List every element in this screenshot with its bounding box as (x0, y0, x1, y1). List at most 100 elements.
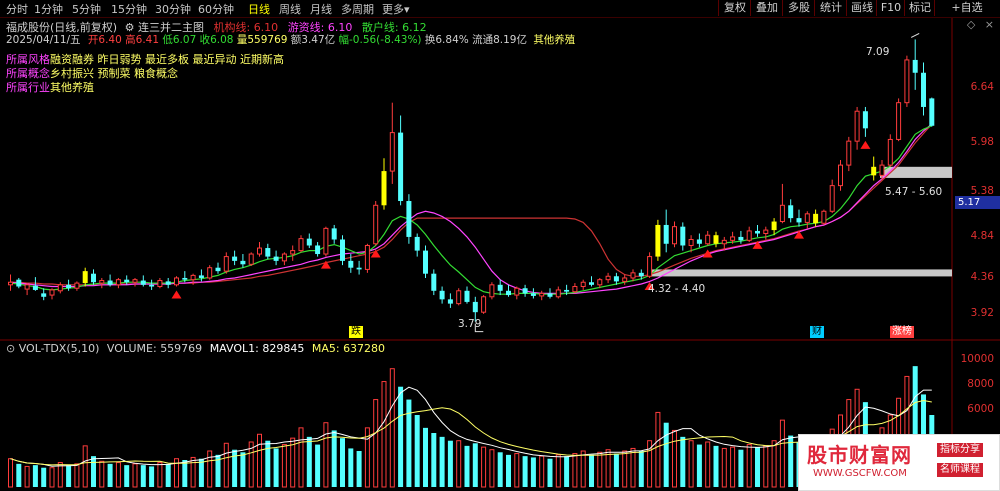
volume-bar (597, 451, 603, 488)
multi-stock-button[interactable]: 多股 (782, 0, 815, 16)
volume-bar (389, 368, 395, 488)
volume-bar (622, 450, 628, 488)
draw-line-button[interactable]: 画线 (846, 0, 877, 16)
candle-body (489, 284, 495, 298)
high-value: 6.41 (135, 34, 160, 46)
industry-row: 所属行业其他养殖 (6, 79, 94, 95)
collapse-icon[interactable]: ⊙ (6, 342, 15, 355)
diamond-icon[interactable]: ◇ (967, 18, 975, 31)
volume-bar (423, 427, 428, 487)
volume-bar (132, 463, 138, 488)
high-annotation: 7.09 (866, 46, 890, 58)
tab-daily[interactable]: 日线 (248, 1, 270, 17)
volume-bar (273, 448, 279, 487)
volume-bar (248, 441, 254, 488)
candle-body (879, 164, 885, 176)
add-watchlist-button[interactable]: +自选 (934, 0, 999, 16)
candle-body (165, 281, 171, 285)
volume-bar (589, 454, 594, 487)
volume-bar (572, 453, 578, 488)
ma5-value: 637280 (343, 342, 386, 355)
tab-30min[interactable]: 30分钟 (155, 1, 191, 17)
tab-more[interactable]: 更多▾ (382, 1, 410, 17)
mark-button[interactable]: 标记 (904, 0, 935, 16)
candle-body (738, 236, 744, 241)
close-icon[interactable]: × (985, 18, 994, 31)
volume-indicator-name[interactable]: VOL-TDX(5,10) (19, 342, 100, 355)
candle-body (829, 185, 835, 212)
candle-body (796, 218, 802, 223)
volume-bar (8, 458, 13, 488)
volume-bar (672, 429, 677, 488)
candle-body (49, 289, 55, 296)
tab-60min[interactable]: 60分钟 (198, 1, 234, 17)
event-badge-rise-list[interactable]: 涨榜 (890, 326, 914, 338)
candle-body (804, 213, 810, 223)
volume-bar (638, 451, 644, 487)
candle-body (414, 236, 420, 251)
adjust-button[interactable]: 复权 (718, 0, 751, 16)
volume-bar (265, 440, 271, 487)
volume-bar (340, 438, 345, 487)
watermark-tag-course[interactable]: 名师课程 (937, 463, 983, 477)
tab-15min[interactable]: 15分钟 (111, 1, 147, 17)
tab-timeshare[interactable]: 分时 (6, 1, 28, 17)
volume-bar (198, 458, 204, 487)
watermark-tag-share[interactable]: 指标分享 (937, 443, 983, 457)
volume-bar (82, 445, 88, 488)
volume-bar (713, 445, 719, 487)
volume-bar (431, 433, 437, 487)
volume-bar (348, 448, 354, 487)
tab-multi-period[interactable]: 多周期 (341, 1, 374, 17)
event-badge-drop[interactable]: 跌 (349, 326, 363, 338)
volume-bar (66, 465, 72, 487)
stats-button[interactable]: 统计 (814, 0, 847, 16)
candle-body (356, 267, 362, 270)
overlay-button[interactable]: 叠加 (750, 0, 783, 16)
volume-bar (240, 452, 246, 487)
candle-body (107, 280, 113, 285)
volume-bar (705, 441, 711, 488)
volume-label: VOLUME: (106, 342, 157, 355)
turnover-label: 换 (424, 34, 436, 46)
ohlc-line: 2025/04/11/五 开6.40 高6.41 低6.07 收6.08 量55… (6, 32, 575, 47)
candle-body (240, 260, 246, 265)
change-label: 幅 (338, 34, 350, 46)
candle-body (273, 256, 279, 261)
candle-body (215, 267, 221, 272)
volume-tick: 6000 (967, 403, 994, 415)
jg-line (10, 123, 933, 286)
volume-bar (49, 467, 55, 488)
candle-body (721, 239, 727, 245)
candle-body (755, 230, 760, 234)
tab-5min[interactable]: 5分钟 (72, 1, 101, 17)
candle-body (564, 289, 570, 292)
tab-weekly[interactable]: 周线 (279, 1, 301, 17)
candle-body (522, 288, 528, 294)
candle-body (854, 110, 860, 142)
volume-bar (32, 465, 38, 487)
f10-button[interactable]: F10 (876, 0, 905, 16)
candle-body (389, 132, 395, 172)
volume-bar (364, 427, 370, 488)
candle-body (688, 238, 694, 246)
candle-body (174, 277, 179, 286)
volume-bar (406, 399, 412, 487)
candle-body (887, 138, 893, 166)
candle-body (132, 279, 138, 283)
open-value: 6.40 (98, 34, 122, 46)
tab-1min[interactable]: 1分钟 (34, 1, 63, 17)
sh-line (10, 125, 933, 295)
tab-monthly[interactable]: 月线 (310, 1, 332, 17)
candle-body (912, 59, 918, 73)
candle-body (497, 284, 503, 291)
candle-body (630, 272, 636, 279)
buy-signal-triangle (370, 249, 381, 258)
volume-bar (763, 445, 769, 488)
event-badge-finance[interactable]: 财 (810, 326, 824, 338)
panel-controls: ◇ × (967, 18, 994, 31)
candle-body (190, 274, 196, 281)
volume-bar (190, 456, 196, 488)
buy-signal-triangle (702, 249, 713, 258)
candle-body (597, 279, 603, 286)
